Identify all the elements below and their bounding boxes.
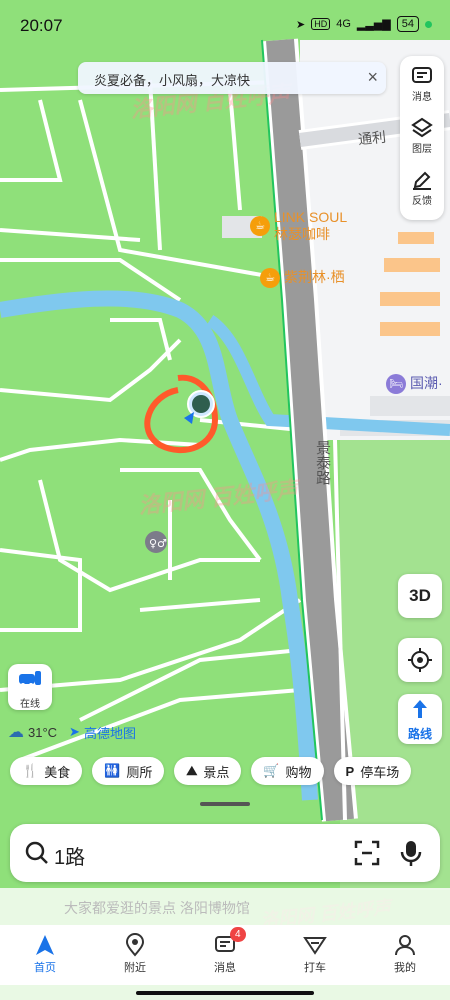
chip-shopping[interactable]: 🛒 购物: [251, 757, 324, 785]
locate-icon: [408, 648, 432, 672]
search-bar[interactable]: 1路: [10, 824, 440, 882]
poi-link-soul[interactable]: LINK SOUL 林瑟咖啡: [274, 209, 347, 243]
location-arrow-icon: ➤: [296, 18, 306, 31]
route-arrow-icon: [413, 700, 427, 718]
bed-icon[interactable]: 🛏: [386, 374, 406, 394]
layers-icon: [411, 117, 433, 138]
weather-widget[interactable]: ☁ 31°C ➤ 高德地图: [8, 722, 136, 742]
signal-icon: ▂▃▅▇: [356, 18, 391, 31]
chip-label: 厕所: [126, 764, 153, 780]
user-icon: [395, 935, 415, 956]
tab-label: 附近: [124, 962, 146, 974]
status-icons: ➤ HD 4G ▂▃▅▇ 54: [296, 16, 432, 32]
chip-food[interactable]: 🍴 美食: [10, 757, 83, 785]
promo-tip[interactable]: 炎夏必备，小风扇，大凉快 ×: [78, 62, 386, 94]
home-arrow-icon: [36, 935, 54, 955]
poi-name: LINK SOUL: [274, 209, 348, 225]
locate-button[interactable]: [398, 638, 442, 682]
poi-subname: 林瑟咖啡: [274, 226, 330, 242]
chip-scenic[interactable]: ⛰ 景点: [174, 757, 242, 785]
status-time: 20:07: [20, 16, 63, 35]
close-icon[interactable]: ×: [367, 67, 378, 88]
tab-home[interactable]: 首页: [0, 925, 90, 985]
recommend-text[interactable]: 大家都爱逛的景点 洛阳博物馆: [64, 898, 250, 918]
privacy-dot-icon: [425, 20, 432, 28]
chip-parking[interactable]: P 停车场: [333, 757, 412, 785]
layers-button[interactable]: 图层: [400, 112, 444, 164]
road-label-tongli: 通利: [357, 128, 387, 148]
messages-button[interactable]: 消息: [400, 60, 444, 112]
message-badge: 4: [230, 927, 246, 942]
chip-label: 停车场: [360, 764, 400, 780]
parking-icon: P: [345, 763, 355, 779]
message-icon: [412, 67, 432, 83]
home-indicator: [136, 991, 314, 995]
search-icon: [25, 841, 48, 864]
online-car-button[interactable]: 在线: [8, 664, 52, 710]
microphone-icon[interactable]: [400, 839, 422, 867]
tab-taxi[interactable]: 打车: [270, 925, 360, 985]
online-label: 在线: [20, 699, 40, 710]
toilet-icon: 🚻: [104, 763, 121, 778]
cart-icon: 🛒: [263, 763, 280, 778]
battery-icon: 54: [396, 16, 419, 32]
chip-label: 景点: [203, 764, 230, 780]
tab-nearby[interactable]: 附近: [90, 925, 180, 985]
amap-brand: 高德地图: [83, 725, 136, 741]
tab-label: 打车: [304, 962, 326, 974]
tab-label: 消息: [214, 962, 236, 974]
fork-icon: 🍴: [22, 763, 39, 778]
scenic-icon: ⛰: [186, 763, 198, 778]
feedback-icon: [413, 171, 431, 190]
road-label-jingtai: 景泰路: [314, 440, 331, 485]
svg-text:♀♂: ♀♂: [149, 537, 167, 550]
cloud-icon: ☁: [8, 724, 24, 741]
amap-logo-icon: ➤: [69, 724, 80, 739]
route-button[interactable]: 路线: [398, 694, 442, 744]
network-label: 4G: [336, 18, 351, 30]
location-pin-icon: [125, 933, 145, 957]
search-input[interactable]: 1路: [54, 841, 85, 870]
tab-label: 首页: [34, 962, 56, 974]
feedback-label: 反馈: [412, 196, 432, 207]
layers-label: 图层: [412, 144, 432, 155]
map-side-panel: 消息 图层 反馈: [400, 56, 444, 220]
car-icon: [19, 671, 41, 687]
chip-toilet[interactable]: 🚻 厕所: [92, 757, 165, 785]
promo-tip-text: 炎夏必备，小风扇，大凉快: [94, 73, 251, 88]
hd-icon: HD: [311, 18, 331, 30]
status-bar: 20:07 ➤ HD 4G ▂▃▅▇ 54: [0, 0, 450, 40]
tab-mine[interactable]: 我的: [360, 925, 450, 985]
temperature: 31°C: [28, 724, 58, 740]
poi-zijinglin[interactable]: 紫荆林·栖: [284, 269, 345, 286]
tab-label: 我的: [394, 962, 416, 974]
scan-icon[interactable]: [354, 840, 380, 866]
poi-guochao[interactable]: 国潮·: [410, 375, 443, 392]
taxi-icon: [303, 937, 327, 955]
sheet-drag-handle[interactable]: [200, 802, 250, 806]
chip-label: 购物: [285, 764, 312, 780]
feedback-button[interactable]: 反馈: [400, 164, 444, 216]
messages-label: 消息: [412, 92, 432, 103]
cafe-icon[interactable]: ☕: [260, 268, 280, 288]
bottom-tab-bar: 首页 附近 4 消息 打车 我的: [0, 925, 450, 985]
category-chips: 🍴 美食 🚻 厕所 ⛰ 景点 🛒 购物 P 停车场: [10, 757, 412, 785]
cafe-icon[interactable]: ☕: [250, 216, 270, 236]
route-label: 路线: [407, 727, 432, 741]
chip-label: 美食: [44, 764, 71, 780]
3d-button[interactable]: 3D: [398, 574, 442, 618]
tab-messages[interactable]: 4 消息: [180, 925, 270, 985]
